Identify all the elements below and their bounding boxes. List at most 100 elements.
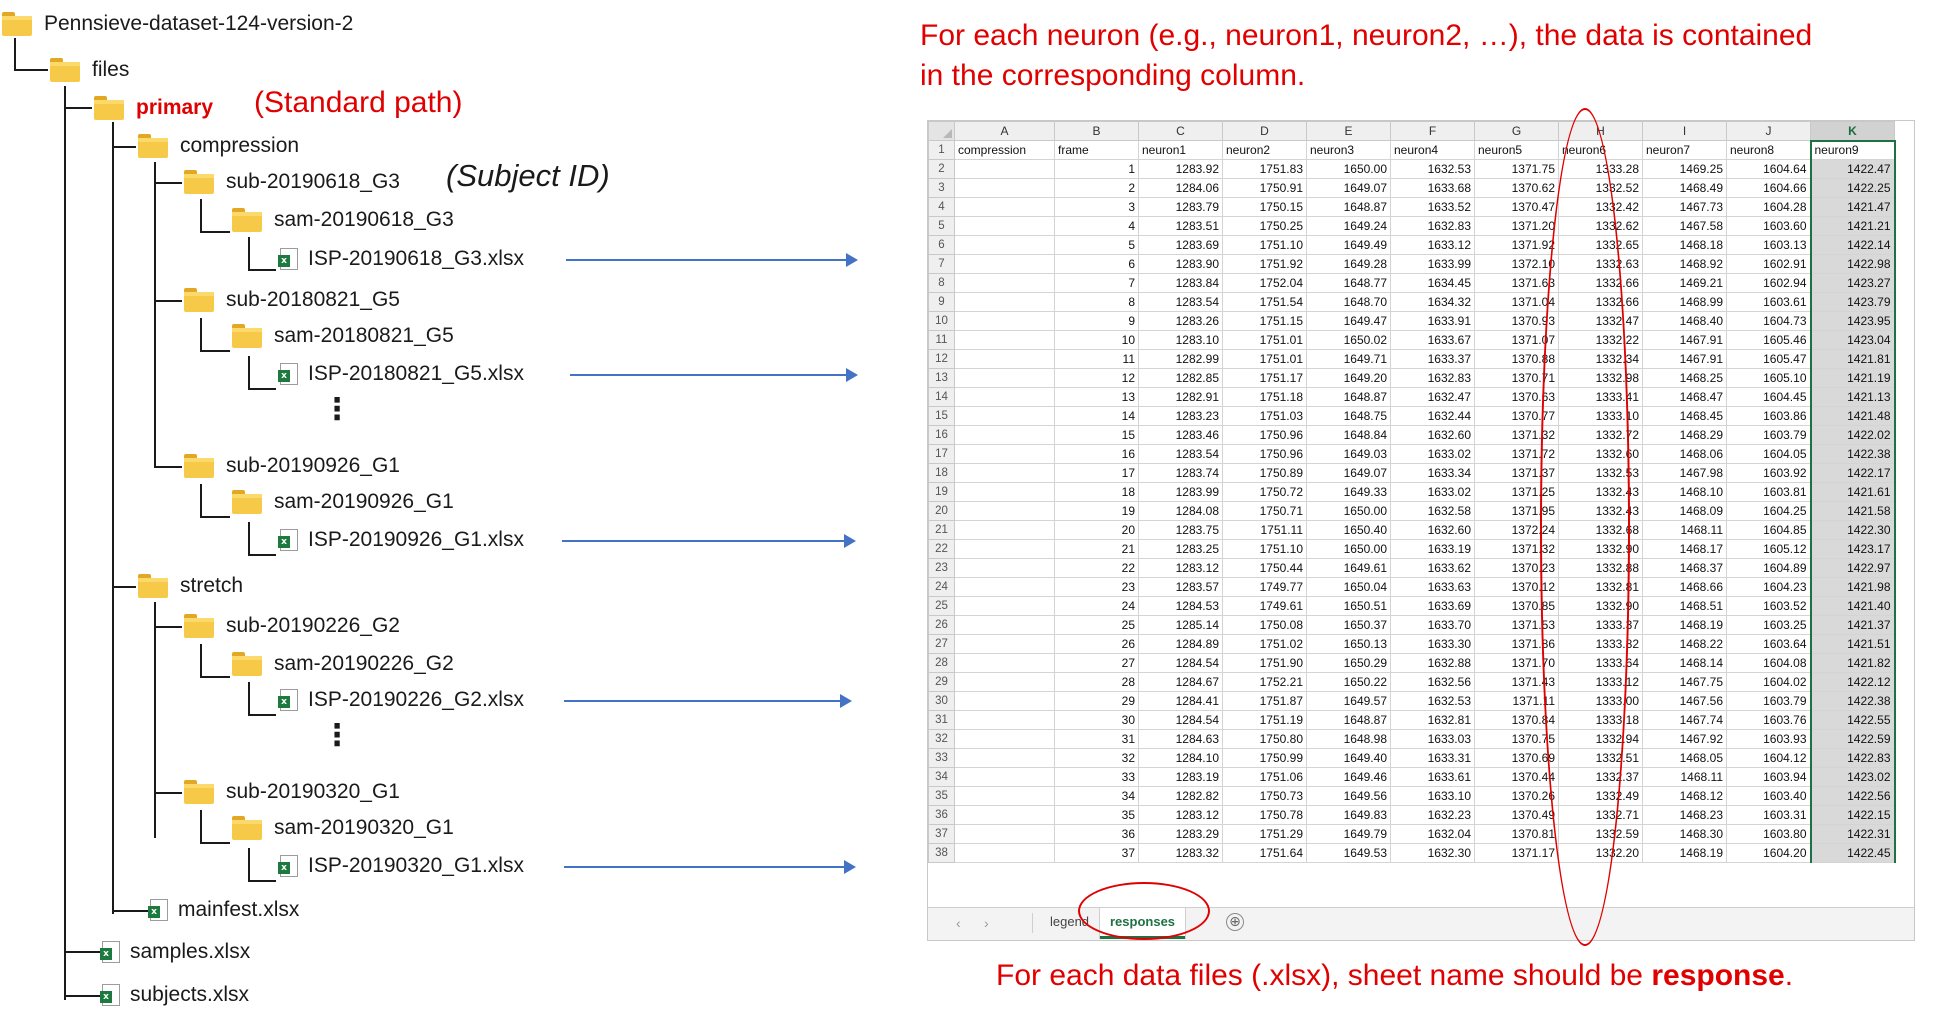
data-cell[interactable]: 1649.79 <box>1306 824 1391 844</box>
data-cell[interactable] <box>954 596 1055 616</box>
data-cell[interactable]: 1284.08 <box>1138 501 1223 521</box>
data-cell[interactable]: 1648.98 <box>1306 729 1391 749</box>
row-header[interactable]: 29 <box>928 672 955 692</box>
data-cell[interactable]: 1632.58 <box>1390 501 1475 521</box>
data-cell[interactable]: 4 <box>1054 216 1139 236</box>
data-cell[interactable] <box>954 482 1055 502</box>
data-cell[interactable]: 13 <box>1054 387 1139 407</box>
row-header[interactable]: 21 <box>928 520 955 540</box>
data-cell[interactable]: 1332.49 <box>1558 786 1643 806</box>
row-header[interactable]: 1 <box>928 140 955 160</box>
data-cell[interactable]: 1633.37 <box>1390 349 1475 369</box>
row-header[interactable]: 12 <box>928 349 955 369</box>
data-cell[interactable]: 1751.18 <box>1222 387 1307 407</box>
data-cell[interactable]: 1284.54 <box>1138 710 1223 730</box>
tree-node-stretch[interactable]: stretch <box>138 570 243 602</box>
row-header[interactable]: 35 <box>928 786 955 806</box>
data-cell[interactable]: 1467.75 <box>1642 672 1727 692</box>
data-cell[interactable]: 1605.12 <box>1726 539 1811 559</box>
data-cell[interactable]: 1604.66 <box>1726 178 1811 198</box>
data-cell[interactable]: 1332.63 <box>1558 254 1643 274</box>
data-cell[interactable]: 1371.07 <box>1474 330 1559 350</box>
data-cell[interactable]: 1370.88 <box>1474 349 1559 369</box>
data-cell[interactable]: 28 <box>1054 672 1139 692</box>
data-cell[interactable]: 1333.41 <box>1558 387 1643 407</box>
data-cell[interactable]: 1603.92 <box>1726 463 1811 483</box>
data-cell[interactable]: 1423.27 <box>1809 273 1896 293</box>
data-cell[interactable]: 1332.42 <box>1558 197 1643 217</box>
data-cell[interactable]: 1632.83 <box>1390 368 1475 388</box>
row-header[interactable]: 15 <box>928 406 955 426</box>
row-header[interactable]: 16 <box>928 425 955 445</box>
data-cell[interactable]: 1467.74 <box>1642 710 1727 730</box>
row-header[interactable]: 20 <box>928 501 955 521</box>
data-cell[interactable] <box>954 292 1055 312</box>
data-cell[interactable] <box>954 254 1055 274</box>
data-cell[interactable]: 1603.31 <box>1726 805 1811 825</box>
data-cell[interactable]: 1750.71 <box>1222 501 1307 521</box>
header-cell[interactable]: frame <box>1054 140 1139 160</box>
header-cell[interactable]: neuron9 <box>1809 139 1896 160</box>
data-cell[interactable]: 1370.85 <box>1474 596 1559 616</box>
row-header[interactable]: 32 <box>928 729 955 749</box>
data-cell[interactable]: 1649.46 <box>1306 767 1391 787</box>
data-cell[interactable]: 1751.19 <box>1222 710 1307 730</box>
data-cell[interactable]: 1371.72 <box>1474 444 1559 464</box>
data-cell[interactable] <box>954 520 1055 540</box>
data-cell[interactable]: 1650.00 <box>1306 539 1391 559</box>
data-cell[interactable]: 14 <box>1054 406 1139 426</box>
tree-node-file1[interactable]: x ISP-20190618_G3.xlsx <box>278 243 524 275</box>
data-cell[interactable]: 1750.96 <box>1222 444 1307 464</box>
row-header[interactable]: 3 <box>928 178 955 198</box>
data-cell[interactable]: 1633.12 <box>1390 235 1475 255</box>
data-cell[interactable]: 1751.29 <box>1222 824 1307 844</box>
data-cell[interactable]: 1650.02 <box>1306 330 1391 350</box>
data-cell[interactable]: 1650.22 <box>1306 672 1391 692</box>
data-cell[interactable]: 1422.38 <box>1809 444 1896 464</box>
data-cell[interactable]: 29 <box>1054 691 1139 711</box>
row-header[interactable]: 2 <box>928 159 955 179</box>
data-cell[interactable]: 1468.29 <box>1642 425 1727 445</box>
data-cell[interactable]: 1371.92 <box>1474 235 1559 255</box>
data-cell[interactable]: 1283.25 <box>1138 539 1223 559</box>
data-cell[interactable]: 1603.52 <box>1726 596 1811 616</box>
data-cell[interactable]: 1283.12 <box>1138 805 1223 825</box>
data-cell[interactable]: 1422.02 <box>1809 425 1896 445</box>
tree-node-subjects[interactable]: x subjects.xlsx <box>100 979 249 1011</box>
tree-node-sub3[interactable]: sub-20190926_G1 <box>184 450 400 482</box>
tree-node-sub5[interactable]: sub-20190320_G1 <box>184 776 400 808</box>
column-header-c[interactable]: C <box>1138 121 1223 141</box>
data-cell[interactable]: 1421.37 <box>1809 615 1896 635</box>
sheet-nav-prev-icon[interactable]: ‹ <box>956 915 961 931</box>
data-cell[interactable]: 1284.63 <box>1138 729 1223 749</box>
column-header-g[interactable]: G <box>1474 121 1559 141</box>
data-cell[interactable]: 1604.08 <box>1726 653 1811 673</box>
data-cell[interactable]: 1422.56 <box>1809 786 1896 806</box>
data-cell[interactable]: 1370.71 <box>1474 368 1559 388</box>
data-cell[interactable]: 1468.19 <box>1642 615 1727 635</box>
data-cell[interactable]: 1372.10 <box>1474 254 1559 274</box>
data-cell[interactable]: 1632.53 <box>1390 691 1475 711</box>
data-cell[interactable]: 1602.91 <box>1726 254 1811 274</box>
data-cell[interactable]: 1751.90 <box>1222 653 1307 673</box>
data-cell[interactable]: 5 <box>1054 235 1139 255</box>
row-header[interactable]: 23 <box>928 558 955 578</box>
data-cell[interactable]: 1750.72 <box>1222 482 1307 502</box>
data-cell[interactable]: 1371.32 <box>1474 425 1559 445</box>
data-cell[interactable]: 1423.95 <box>1809 311 1896 331</box>
data-cell[interactable]: 1604.05 <box>1726 444 1811 464</box>
data-cell[interactable]: 1283.26 <box>1138 311 1223 331</box>
data-cell[interactable]: 1283.99 <box>1138 482 1223 502</box>
data-cell[interactable]: 1332.94 <box>1558 729 1643 749</box>
data-cell[interactable]: 1370.62 <box>1474 178 1559 198</box>
data-cell[interactable]: 6 <box>1054 254 1139 274</box>
data-cell[interactable]: 1603.81 <box>1726 482 1811 502</box>
sheet-tab-legend[interactable]: legend <box>1040 908 1099 936</box>
data-cell[interactable]: 1751.92 <box>1222 254 1307 274</box>
data-cell[interactable] <box>954 197 1055 217</box>
data-cell[interactable]: 23 <box>1054 577 1139 597</box>
data-cell[interactable]: 1371.25 <box>1474 482 1559 502</box>
data-cell[interactable]: 1371.95 <box>1474 501 1559 521</box>
data-cell[interactable]: 1633.19 <box>1390 539 1475 559</box>
data-cell[interactable]: 1633.61 <box>1390 767 1475 787</box>
